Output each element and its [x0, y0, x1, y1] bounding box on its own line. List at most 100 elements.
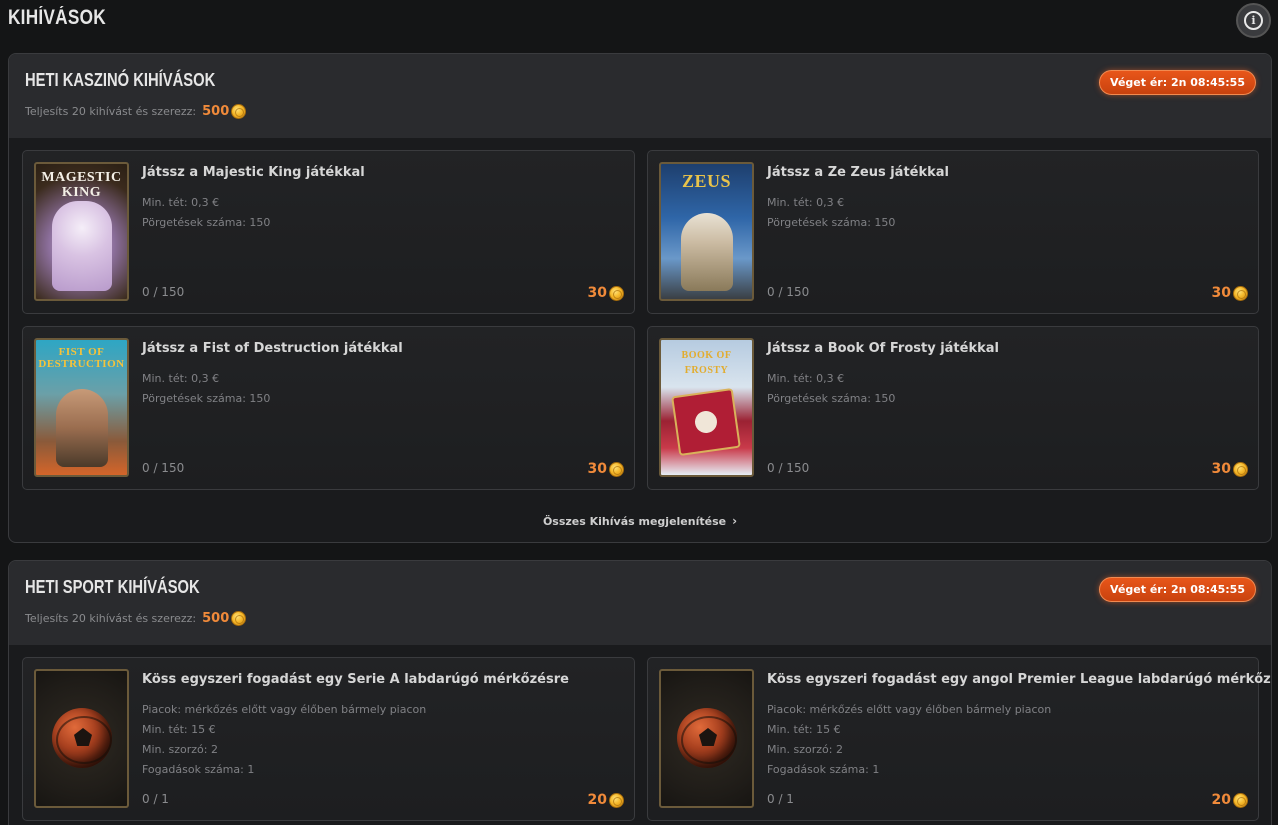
- casino-challenges-section: HETI KASZINÓ KIHÍVÁSOK Teljesíts 20 kihí…: [8, 53, 1272, 543]
- detail-line: Pörgetések száma: 150: [142, 392, 271, 405]
- challenge-card[interactable]: BOOK OF FROSTY Játssz a Book Of Frosty j…: [647, 326, 1259, 490]
- game-logo-text: BOOK OF FROSTY: [681, 350, 732, 376]
- detail-line: Min. tét: 0,3 €: [142, 372, 220, 385]
- football-thumbnail: [34, 669, 129, 808]
- challenge-progress: 0 / 150: [767, 461, 810, 475]
- info-icon: i: [1244, 11, 1263, 30]
- reward-value: 20: [587, 792, 607, 808]
- detail-line: Min. szorzó: 2: [767, 743, 843, 756]
- detail-line: Piacok: mérkőzés előtt vagy élőben bárme…: [142, 703, 427, 716]
- coin-icon: [231, 104, 247, 119]
- challenge-reward: 20: [588, 792, 624, 808]
- fighter-image: [55, 389, 108, 467]
- game-logo-text: FIST OF DESTRUCTION: [38, 346, 125, 370]
- challenge-title: Játssz a Fist of Destruction játékkal: [142, 341, 403, 356]
- coin-icon: [1233, 461, 1248, 477]
- detail-line: Fogadások száma: 1: [767, 763, 880, 776]
- challenge-reward: 30: [588, 461, 624, 477]
- coin-icon: [1233, 792, 1248, 808]
- detail-line: Piacok: mérkőzés előtt vagy élőben bárme…: [767, 703, 1052, 716]
- reward-value: 30: [587, 461, 607, 477]
- reward-value: 30: [587, 285, 607, 301]
- section-title: HETI SPORT KIHÍVÁSOK: [25, 577, 200, 597]
- challenge-title: Játssz a Ze Zeus játékkal: [767, 165, 949, 180]
- detail-line: Min. tét: 0,3 €: [767, 372, 845, 385]
- game-thumbnail-fist-of-destruction: FIST OF DESTRUCTION: [34, 338, 129, 477]
- reward-value: 20: [1211, 792, 1231, 808]
- total-reward: 500: [202, 104, 247, 119]
- game-thumbnail-book-of-frosty: BOOK OF FROSTY: [659, 338, 754, 477]
- challenge-progress: 0 / 1: [142, 792, 169, 806]
- reward-value: 30: [1211, 285, 1231, 301]
- game-logo-text: MAGESTIC KING: [41, 170, 122, 200]
- challenge-details: Min. tét: 0,3 € Pörgetések száma: 150: [142, 193, 270, 233]
- challenge-title: Játssz a Book Of Frosty játékkal: [767, 341, 999, 356]
- subtitle-text: Teljesíts 20 kihívást és szerezz:: [25, 612, 197, 625]
- coin-icon: [609, 461, 624, 477]
- detail-line: Fogadások száma: 1: [142, 763, 255, 776]
- detail-line: Min. szorzó: 2: [142, 743, 218, 756]
- detail-line: Pörgetések száma: 150: [767, 216, 896, 229]
- detail-line: Pörgetések száma: 150: [142, 216, 271, 229]
- sport-challenges-section: HETI SPORT KIHÍVÁSOK Teljesíts 20 kihívá…: [8, 560, 1272, 825]
- coin-icon: [609, 285, 624, 301]
- challenge-card[interactable]: Köss egyszeri fogadást egy angol Premier…: [647, 657, 1271, 821]
- book-image: [671, 387, 741, 457]
- page-title: KIHÍVÁSOK: [8, 6, 106, 29]
- challenge-reward: 30: [1212, 461, 1248, 477]
- show-all-challenges-link[interactable]: Összes Kihívás megjelenítése ›: [9, 514, 1271, 528]
- section-header: HETI KASZINÓ KIHÍVÁSOK Teljesíts 20 kihí…: [9, 54, 1271, 138]
- challenge-details: Min. tét: 0,3 € Pörgetések száma: 150: [142, 369, 270, 409]
- challenge-details: Piacok: mérkőzés előtt vagy élőben bárme…: [767, 700, 1051, 780]
- challenge-card[interactable]: ZEUS Játssz a Ze Zeus játékkal Min. tét:…: [647, 150, 1259, 314]
- detail-line: Min. tét: 0,3 €: [142, 196, 220, 209]
- game-thumbnail-majestic-king: MAGESTIC KING: [34, 162, 129, 301]
- chevron-right-icon: ›: [732, 514, 738, 528]
- detail-line: Min. tét: 0,3 €: [767, 196, 845, 209]
- show-all-label: Összes Kihívás megjelenítése: [542, 515, 727, 528]
- timer-badge: Véget ér: 2n 08:45:55: [1099, 577, 1256, 602]
- game-thumbnail-ze-zeus: ZEUS: [659, 162, 754, 301]
- reward-value: 30: [1211, 461, 1231, 477]
- challenge-reward: 20: [1212, 792, 1248, 808]
- challenge-card[interactable]: MAGESTIC KING Játssz a Majestic King ját…: [22, 150, 635, 314]
- timer-badge: Véget ér: 2n 08:45:55: [1099, 70, 1256, 95]
- challenge-progress: 0 / 150: [142, 285, 185, 299]
- detail-line: Min. tét: 15 €: [142, 723, 216, 736]
- challenge-details: Piacok: mérkőzés előtt vagy élőben bárme…: [142, 700, 426, 780]
- coin-icon: [1233, 285, 1248, 301]
- challenge-grid: Köss egyszeri fogadást egy Serie A labda…: [22, 657, 1271, 821]
- total-reward: 500: [202, 611, 247, 626]
- challenge-reward: 30: [588, 285, 624, 301]
- challenge-details: Min. tét: 0,3 € Pörgetések száma: 150: [767, 369, 895, 409]
- challenge-progress: 0 / 1: [767, 792, 794, 806]
- detail-line: Pörgetések száma: 150: [767, 392, 896, 405]
- section-subtitle: Teljesíts 20 kihívást és szerezz: 500: [25, 611, 247, 626]
- challenge-title: Játssz a Majestic King játékkal: [142, 165, 365, 180]
- challenge-details: Min. tét: 0,3 € Pörgetések száma: 150: [767, 193, 895, 233]
- coin-icon: [609, 792, 624, 808]
- challenge-card[interactable]: FIST OF DESTRUCTION Játssz a Fist of Des…: [22, 326, 635, 490]
- challenge-progress: 0 / 150: [767, 285, 810, 299]
- total-reward-value: 500: [202, 611, 230, 626]
- lion-image: [51, 201, 112, 291]
- challenge-title: Köss egyszeri fogadást egy angol Premier…: [767, 672, 1272, 687]
- section-title: HETI KASZINÓ KIHÍVÁSOK: [25, 70, 216, 90]
- challenge-title: Köss egyszeri fogadást egy Serie A labda…: [142, 672, 569, 687]
- football-icon: [52, 708, 112, 768]
- challenge-reward: 30: [1212, 285, 1248, 301]
- section-subtitle: Teljesíts 20 kihívást és szerezz: 500: [25, 104, 247, 119]
- game-logo-text: ZEUS: [681, 171, 732, 191]
- challenge-card[interactable]: Köss egyszeri fogadást egy Serie A labda…: [22, 657, 635, 821]
- subtitle-text: Teljesíts 20 kihívást és szerezz:: [25, 105, 197, 118]
- section-header: HETI SPORT KIHÍVÁSOK Teljesíts 20 kihívá…: [9, 561, 1271, 645]
- football-thumbnail: [659, 669, 754, 808]
- football-icon: [677, 708, 737, 768]
- detail-line: Min. tét: 15 €: [767, 723, 841, 736]
- info-button[interactable]: i: [1236, 3, 1271, 38]
- challenge-progress: 0 / 150: [142, 461, 185, 475]
- coin-icon: [231, 611, 247, 626]
- total-reward-value: 500: [202, 104, 230, 119]
- challenge-grid: MAGESTIC KING Játssz a Majestic King ját…: [22, 150, 1259, 490]
- zeus-image: [680, 213, 733, 291]
